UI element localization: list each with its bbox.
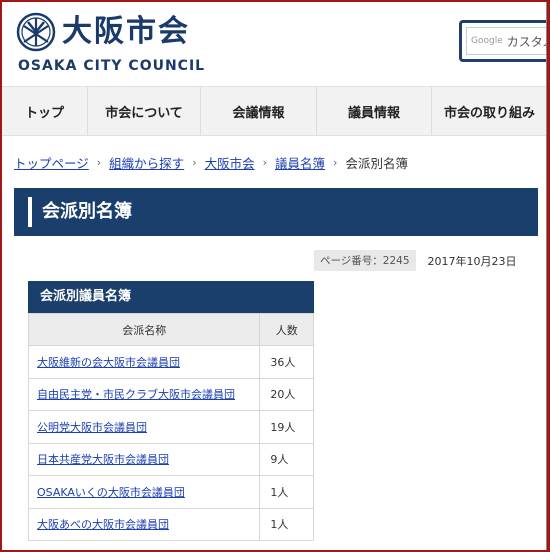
table-caption: 会派別議員名簿	[28, 281, 314, 313]
nav-item-members[interactable]: 議員情報	[317, 87, 432, 135]
google-label: Google	[471, 36, 503, 46]
nav-item-initiatives[interactable]: 市会の取り組み	[432, 87, 547, 135]
search-placeholder: カスタム検	[506, 34, 550, 49]
table-row: 大阪あべの大阪市会議員団 1人	[27, 507, 314, 541]
member-count-cell: 19人	[259, 410, 314, 444]
nav-item-top[interactable]: トップ	[2, 87, 88, 135]
faction-name-cell: OSAKAいくの大阪市会議員団	[27, 475, 261, 509]
faction-name-cell: 大阪維新の会大阪市会議員団	[27, 345, 261, 379]
breadcrumb-separator: ›	[192, 156, 197, 169]
site-header: 大阪市会 OSAKA CITY COUNCIL Google カスタム検	[2, 2, 550, 82]
faction-link[interactable]: 大阪維新の会大阪市会議員団	[37, 356, 180, 369]
table-header-row: 会派名称 人数	[27, 313, 314, 346]
table-row: 大阪維新の会大阪市会議員団 36人	[27, 345, 314, 379]
nav-item-about[interactable]: 市会について	[88, 87, 201, 135]
table-row: 日本共産党大阪市会議員団 9人	[27, 442, 314, 476]
faction-table: 会派別議員名簿 会派名称 人数 大阪維新の会大阪市会議員団 36人 自由民主党・…	[27, 281, 314, 541]
table-row: OSAKAいくの大阪市会議員団 1人	[27, 475, 314, 509]
breadcrumb-link-member-list[interactable]: 議員名簿	[275, 153, 325, 172]
faction-link[interactable]: OSAKAいくの大阪市会議員団	[37, 486, 185, 499]
logo-english-text: OSAKA CITY COUNCIL	[18, 58, 206, 74]
faction-name-cell: 公明党大阪市会議員団	[27, 410, 261, 444]
table-row: 自由民主党・市民クラブ大阪市会議員団 20人	[27, 377, 314, 411]
faction-link[interactable]: 公明党大阪市会議員団	[37, 421, 147, 434]
page-number-badge: ページ番号：2245	[314, 250, 416, 271]
faction-name-cell: 自由民主党・市民クラブ大阪市会議員団	[27, 377, 261, 411]
site-search-box[interactable]: Google カスタム検	[459, 20, 550, 62]
nav-item-meetings[interactable]: 会議情報	[201, 87, 317, 135]
member-count-cell: 36人	[259, 345, 314, 379]
breadcrumb-separator: ›	[96, 156, 102, 169]
header-member-count: 人数	[259, 313, 314, 346]
breadcrumb-current: 会派別名簿	[345, 156, 408, 171]
faction-link[interactable]: 日本共産党大阪市会議員団	[37, 453, 169, 466]
breadcrumb-separator: ›	[333, 156, 338, 169]
page-title-bar: 会派別名簿	[14, 188, 538, 236]
member-count-cell: 20人	[259, 377, 314, 411]
breadcrumb-link-council[interactable]: 大阪市会	[205, 153, 255, 172]
member-count-cell: 9人	[259, 442, 314, 476]
update-date: 2017年10月23日	[427, 254, 517, 268]
site-logo[interactable]: 大阪市会 OSAKA CITY COUNCIL	[16, 12, 216, 74]
title-accent-bar	[28, 197, 32, 227]
breadcrumb-separator: ›	[262, 156, 268, 169]
faction-name-cell: 大阪あべの大阪市会議員団	[27, 507, 261, 541]
window-shadow	[546, 0, 550, 552]
global-nav: トップ 市会について 会議情報 議員情報 市会の取り組み	[2, 86, 547, 136]
member-count-cell: 1人	[259, 507, 314, 541]
breadcrumb-link-organization[interactable]: 組織から探す	[109, 153, 184, 172]
table-row: 公明党大阪市会議員団 19人	[27, 410, 314, 444]
member-count-cell: 1人	[259, 475, 314, 509]
page-meta: ページ番号：2245 2017年10月23日	[314, 250, 517, 271]
breadcrumb: トップページ › 組織から探す › 大阪市会 › 議員名簿 › 会派別名簿	[14, 153, 408, 172]
faction-link[interactable]: 大阪あべの大阪市会議員団	[37, 518, 169, 531]
osaka-emblem-icon	[16, 12, 56, 52]
search-input[interactable]: Google カスタム検	[466, 27, 550, 55]
faction-link[interactable]: 自由民主党・市民クラブ大阪市会議員団	[37, 388, 235, 401]
logo-japanese-text: 大阪市会	[62, 14, 190, 49]
page-title: 会派別名簿	[42, 201, 132, 222]
breadcrumb-link-top[interactable]: トップページ	[14, 153, 89, 172]
header-faction-name: 会派名称	[27, 313, 261, 346]
faction-name-cell: 日本共産党大阪市会議員団	[27, 442, 261, 476]
